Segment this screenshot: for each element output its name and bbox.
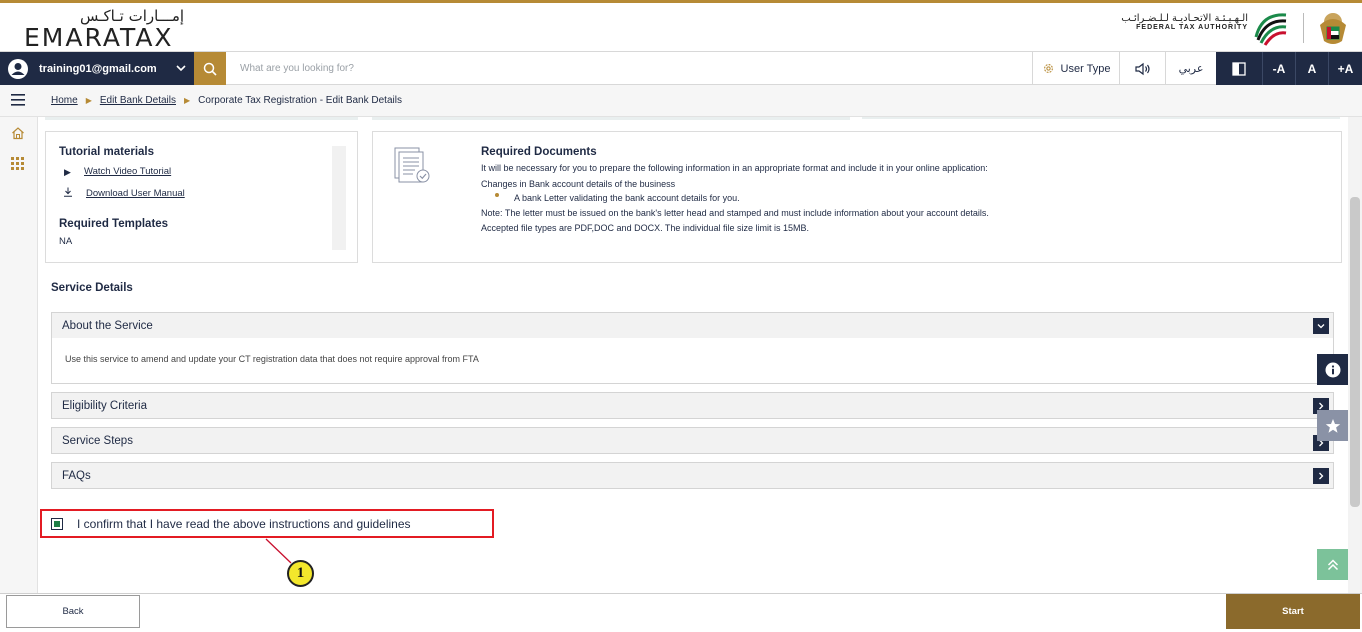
required-documents-card: Required Documents It will be necessary … xyxy=(372,131,1342,263)
font-decrease-button[interactable]: -A xyxy=(1262,52,1295,85)
tutorial-title: Tutorial materials xyxy=(59,146,155,158)
search-icon xyxy=(203,62,217,76)
top-navbar: training01@gmail.com User Type عربي -A A xyxy=(0,51,1362,85)
download-manual-link[interactable]: Download User Manual xyxy=(86,188,185,199)
about-service-text: Use this service to amend and update you… xyxy=(65,354,479,364)
breadcrumb-edit-bank-details[interactable]: Edit Bank Details xyxy=(100,95,176,106)
info-icon xyxy=(1325,362,1340,377)
tutorial-materials-card: Tutorial materials ▶ Watch Video Tutoria… xyxy=(45,131,358,263)
scrollbar-thumb[interactable] xyxy=(1350,197,1360,507)
chevron-down-icon xyxy=(1317,324,1325,329)
breadcrumb-current: Corporate Tax Registration - Edit Bank D… xyxy=(198,95,402,106)
accordion-title: Eligibility Criteria xyxy=(62,400,147,412)
breadcrumb: Home ▶ Edit Bank Details ▶ Corporate Tax… xyxy=(51,95,402,106)
info-button[interactable] xyxy=(1317,354,1348,385)
card-edge xyxy=(45,117,358,120)
accordion-about-service-body: Use this service to amend and update you… xyxy=(51,338,1334,384)
account-email: training01@gmail.com xyxy=(39,62,157,75)
documents-subhead: Changes in Bank account details of the b… xyxy=(481,179,676,189)
page-scrollbar[interactable] xyxy=(1348,117,1362,593)
required-documents-title: Required Documents xyxy=(481,146,597,158)
required-templates-value: NA xyxy=(59,236,73,247)
chevron-down-icon xyxy=(176,65,186,72)
confirm-instructions-checkbox[interactable]: I confirm that I have read the above ins… xyxy=(40,509,494,538)
accordion-eligibility-criteria[interactable]: Eligibility Criteria xyxy=(51,392,1334,419)
apps-grid-icon[interactable] xyxy=(11,157,24,170)
expand-button[interactable] xyxy=(1313,468,1329,484)
breadcrumb-separator-icon: ▶ xyxy=(184,96,191,105)
collapse-button[interactable] xyxy=(1313,318,1329,334)
font-increase-button[interactable]: +A xyxy=(1328,52,1362,85)
fta-logo-icon xyxy=(1254,13,1287,46)
home-icon[interactable] xyxy=(11,126,25,140)
accordion-title: FAQs xyxy=(62,470,91,482)
accordion-title: About the Service xyxy=(62,320,153,332)
font-normal-button[interactable]: A xyxy=(1295,52,1328,85)
chevron-right-icon xyxy=(1319,472,1324,480)
search-input[interactable] xyxy=(230,52,1010,85)
speaker-icon xyxy=(1134,62,1150,75)
scroll-to-top-button[interactable] xyxy=(1317,549,1348,580)
fta-name-english: FEDERAL TAX AUTHORITY xyxy=(1136,24,1248,31)
double-chevron-up-icon xyxy=(1327,558,1338,570)
search-button[interactable] xyxy=(194,52,226,85)
required-templates-title: Required Templates xyxy=(59,218,169,230)
start-button[interactable]: Start xyxy=(1226,594,1360,629)
uae-emblem-icon xyxy=(1320,13,1346,44)
card-edge xyxy=(862,117,1340,119)
contrast-toggle[interactable] xyxy=(1216,52,1262,85)
fta-name-arabic: الـهـيـئـة الاتحـاديـة لـلـضـرائـب xyxy=(1121,13,1248,24)
star-icon xyxy=(1325,418,1340,433)
download-icon xyxy=(64,187,72,197)
callout-badge: 1 xyxy=(287,560,314,587)
documents-note: Note: The letter must be issued on the b… xyxy=(481,208,989,218)
left-rail xyxy=(0,117,38,593)
accordion-title: Service Steps xyxy=(62,435,133,447)
user-type-label: User Type xyxy=(1060,62,1111,75)
checkbox-checked-icon[interactable] xyxy=(51,518,63,530)
hamburger-menu-icon[interactable] xyxy=(11,94,25,106)
user-icon xyxy=(8,58,28,79)
service-details-heading: Service Details xyxy=(51,282,133,294)
breadcrumb-separator-icon: ▶ xyxy=(85,96,92,105)
user-type-button[interactable]: User Type xyxy=(1032,52,1120,85)
documents-icon xyxy=(394,147,430,183)
documents-bullet: A bank Letter validating the bank accoun… xyxy=(514,193,740,203)
bullet-icon xyxy=(495,193,499,197)
back-button[interactable]: Back xyxy=(6,595,140,628)
documents-file-types: Accepted file types are PDF,DOC and DOCX… xyxy=(481,223,809,233)
contrast-icon xyxy=(1232,61,1246,76)
screen-reader-button[interactable] xyxy=(1120,52,1166,85)
favourite-button[interactable] xyxy=(1317,410,1348,441)
card-edge xyxy=(372,117,850,120)
footer-bar: Back Start xyxy=(0,593,1362,632)
breadcrumb-bar: Home ▶ Edit Bank Details ▶ Corporate Tax… xyxy=(0,85,1362,117)
watch-video-link[interactable]: Watch Video Tutorial xyxy=(84,166,171,177)
breadcrumb-home[interactable]: Home xyxy=(51,95,78,106)
play-icon: ▶ xyxy=(64,167,71,177)
brand-header: إمـــارات تـاكـس EMARATAX الـهـيـئـة الا… xyxy=(0,3,1362,52)
gear-icon xyxy=(1043,64,1053,73)
accordion-about-service[interactable]: About the Service xyxy=(51,312,1334,339)
card-scrollbar[interactable] xyxy=(332,146,346,250)
documents-intro: It will be necessary for you to prepare … xyxy=(481,163,988,173)
chevron-right-icon xyxy=(1319,402,1324,410)
account-menu[interactable]: training01@gmail.com xyxy=(0,52,194,85)
accordion-faqs[interactable]: FAQs xyxy=(51,462,1334,489)
brand-divider xyxy=(1303,13,1304,43)
language-toggle[interactable]: عربي xyxy=(1166,52,1216,85)
confirm-label[interactable]: I confirm that I have read the above ins… xyxy=(77,517,411,531)
accordion-service-steps[interactable]: Service Steps xyxy=(51,427,1334,454)
emaratax-logo[interactable]: EMARATAX xyxy=(24,23,174,52)
fta-wordmark: الـهـيـئـة الاتحـاديـة لـلـضـرائـب FEDER… xyxy=(1098,13,1248,31)
